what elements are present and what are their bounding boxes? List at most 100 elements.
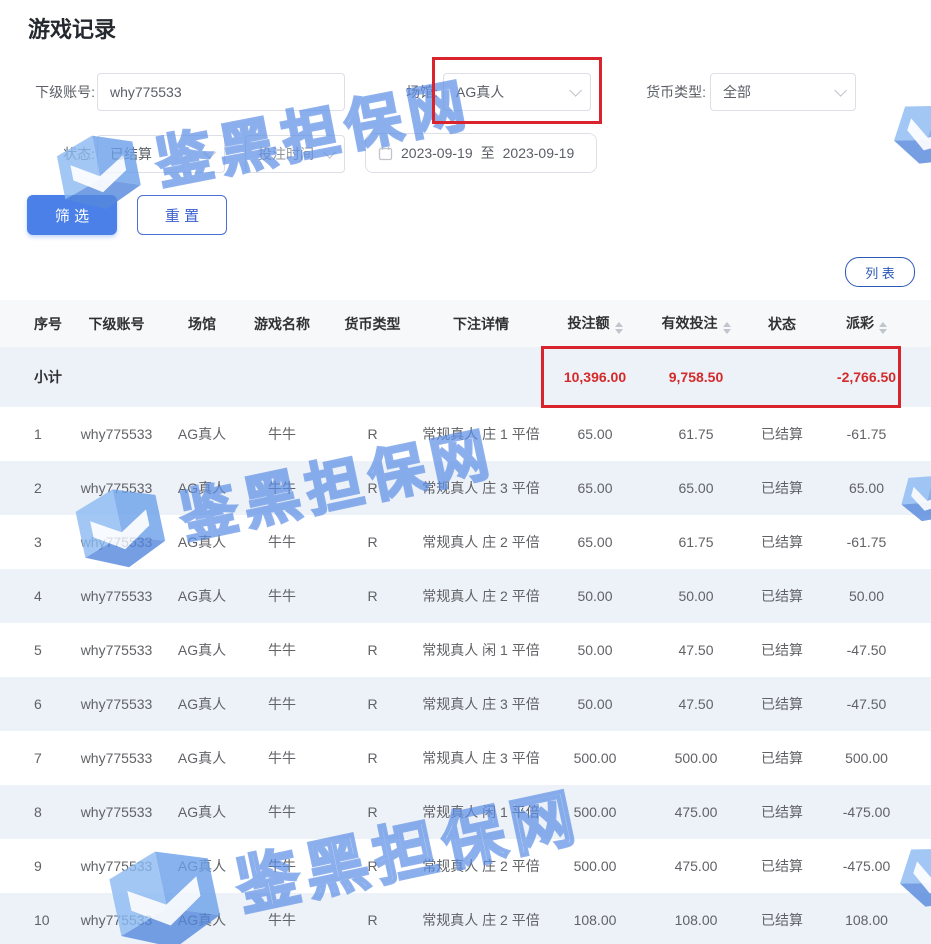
cell-detail: 常规真人 庄 2 平倍	[422, 910, 540, 930]
chevron-down-icon	[203, 146, 216, 159]
cell-no: 6	[30, 696, 70, 712]
cell-game: 牛牛	[241, 802, 323, 822]
cell-account: why775533	[70, 642, 163, 658]
cell-detail: 常规真人 庄 3 平倍	[422, 478, 540, 498]
table-row[interactable]: 7 why775533 AG真人 牛牛 R 常规真人 庄 3 平倍 500.00…	[0, 731, 931, 785]
subtotal-valid-bet: 9,758.50	[650, 369, 742, 385]
cell-valid-bet: 61.75	[650, 534, 742, 550]
cell-status: 已结算	[742, 586, 822, 606]
time-type-select-value: 投注时间	[258, 144, 323, 164]
cell-payout: -475.00	[822, 858, 911, 874]
venue-select-value: AG真人	[456, 82, 569, 102]
cell-currency: R	[323, 912, 422, 928]
date-range-picker[interactable]: 2023-09-19 至 2023-09-19	[365, 133, 597, 173]
cell-bet-amount: 500.00	[540, 858, 650, 874]
cell-status: 已结算	[742, 478, 822, 498]
cell-currency: R	[323, 750, 422, 766]
table-row[interactable]: 10 why775533 AG真人 牛牛 R 常规真人 庄 2 平倍 108.0…	[0, 893, 931, 944]
status-select[interactable]: 已结算	[97, 135, 225, 173]
cell-status: 已结算	[742, 748, 822, 768]
page-title: 游戏记录	[28, 12, 116, 44]
cell-detail: 常规真人 庄 2 平倍	[422, 532, 540, 552]
cell-payout: -61.75	[822, 534, 911, 550]
cell-bet-amount: 50.00	[540, 588, 650, 604]
table-row[interactable]: 9 why775533 AG真人 牛牛 R 常规真人 庄 2 平倍 500.00…	[0, 839, 931, 893]
chevron-down-icon	[834, 84, 847, 97]
time-type-select[interactable]: 投注时间	[245, 135, 345, 173]
cell-detail: 常规真人 闲 1 平倍	[422, 802, 540, 822]
subtotal-payout: -2,766.50	[822, 369, 911, 385]
cell-status: 已结算	[742, 532, 822, 552]
cell-currency: R	[323, 534, 422, 550]
cell-venue: AG真人	[163, 802, 241, 822]
cell-payout: -61.75	[822, 426, 911, 442]
venue-label: 场馆:	[360, 73, 438, 111]
cell-status: 已结算	[742, 856, 822, 876]
cell-no: 10	[30, 912, 70, 928]
cell-bet-amount: 65.00	[540, 534, 650, 550]
cell-bet-amount: 65.00	[540, 426, 650, 442]
cell-game: 牛牛	[241, 532, 323, 552]
currency-select-value: 全部	[723, 82, 834, 102]
cell-no: 8	[30, 804, 70, 820]
calendar-icon	[378, 146, 393, 161]
cell-no: 2	[30, 480, 70, 496]
cell-valid-bet: 61.75	[650, 426, 742, 442]
cell-detail: 常规真人 闲 1 平倍	[422, 640, 540, 660]
header-detail[interactable]: 下注详情	[422, 314, 540, 334]
account-input[interactable]	[97, 73, 345, 111]
header-account[interactable]: 下级账号	[70, 314, 163, 334]
table-row[interactable]: 5 why775533 AG真人 牛牛 R 常规真人 闲 1 平倍 50.00 …	[0, 623, 931, 677]
filter-button[interactable]: 筛 选	[27, 195, 117, 235]
venue-select[interactable]: AG真人	[443, 73, 591, 111]
table-row[interactable]: 2 why775533 AG真人 牛牛 R 常规真人 庄 3 平倍 65.00 …	[0, 461, 931, 515]
sort-icon[interactable]	[615, 322, 623, 334]
table-row[interactable]: 6 why775533 AG真人 牛牛 R 常规真人 庄 3 平倍 50.00 …	[0, 677, 931, 731]
cell-game: 牛牛	[241, 856, 323, 876]
header-valid-bet[interactable]: 有效投注	[650, 313, 742, 334]
table-row[interactable]: 3 why775533 AG真人 牛牛 R 常规真人 庄 2 平倍 65.00 …	[0, 515, 931, 569]
header-currency[interactable]: 货币类型	[323, 314, 422, 334]
cell-venue: AG真人	[163, 532, 241, 552]
chevron-down-icon	[569, 84, 582, 97]
table-row[interactable]: 8 why775533 AG真人 牛牛 R 常规真人 闲 1 平倍 500.00…	[0, 785, 931, 839]
table-row[interactable]: 4 why775533 AG真人 牛牛 R 常规真人 庄 2 平倍 50.00 …	[0, 569, 931, 623]
cell-detail: 常规真人 庄 3 平倍	[422, 748, 540, 768]
cell-currency: R	[323, 588, 422, 604]
cell-currency: R	[323, 480, 422, 496]
cell-no: 1	[30, 426, 70, 442]
cell-venue: AG真人	[163, 640, 241, 660]
cell-valid-bet: 108.00	[650, 912, 742, 928]
cell-payout: 65.00	[822, 480, 911, 496]
cell-status: 已结算	[742, 424, 822, 444]
list-view-button[interactable]: 列 表	[845, 257, 915, 287]
table-body: 1 why775533 AG真人 牛牛 R 常规真人 庄 1 平倍 65.00 …	[0, 407, 931, 944]
cell-bet-amount: 500.00	[540, 750, 650, 766]
cell-no: 4	[30, 588, 70, 604]
header-venue[interactable]: 场馆	[163, 314, 241, 334]
cell-status: 已结算	[742, 910, 822, 930]
status-select-value: 已结算	[110, 144, 203, 164]
cell-account: why775533	[70, 426, 163, 442]
currency-label: 货币类型:	[594, 73, 706, 111]
cell-venue: AG真人	[163, 748, 241, 768]
reset-button[interactable]: 重 置	[137, 195, 227, 235]
header-bet-amount[interactable]: 投注额	[540, 313, 650, 334]
header-status[interactable]: 状态	[742, 314, 822, 334]
cell-game: 牛牛	[241, 748, 323, 768]
currency-select[interactable]: 全部	[710, 73, 856, 111]
header-no[interactable]: 序号	[30, 314, 70, 334]
cell-account: why775533	[70, 912, 163, 928]
table-row[interactable]: 1 why775533 AG真人 牛牛 R 常规真人 庄 1 平倍 65.00 …	[0, 407, 931, 461]
header-payout[interactable]: 派彩	[822, 313, 911, 334]
cell-bet-amount: 50.00	[540, 642, 650, 658]
sort-icon[interactable]	[879, 322, 887, 334]
cell-payout: 108.00	[822, 912, 911, 928]
header-game[interactable]: 游戏名称	[241, 314, 323, 334]
cell-valid-bet: 47.50	[650, 696, 742, 712]
cell-game: 牛牛	[241, 586, 323, 606]
sort-icon[interactable]	[723, 322, 731, 334]
cell-game: 牛牛	[241, 424, 323, 444]
cell-valid-bet: 47.50	[650, 642, 742, 658]
cell-status: 已结算	[742, 802, 822, 822]
